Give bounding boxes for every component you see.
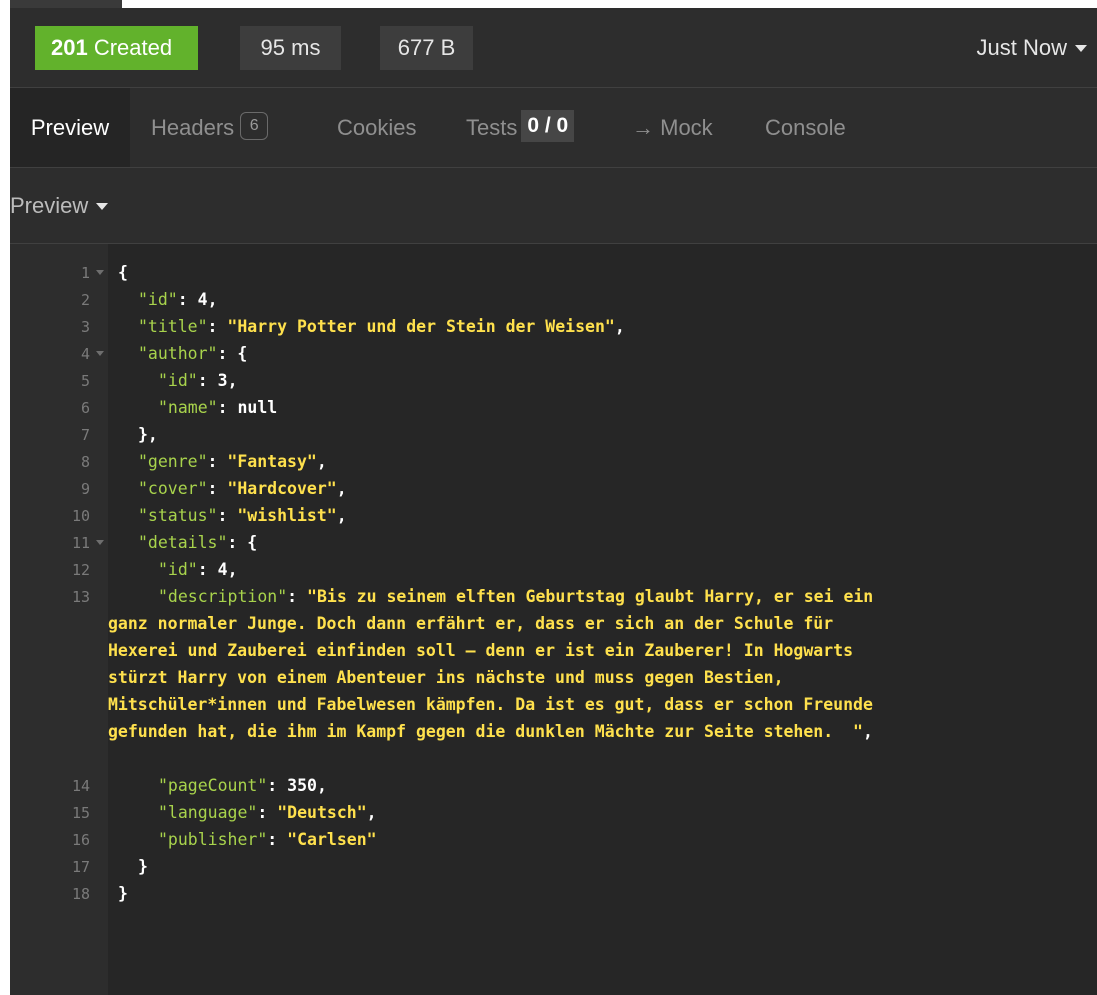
status-code: 201 bbox=[51, 35, 88, 60]
line-number: 4 bbox=[80, 345, 90, 363]
response-pane: 201 Created 95 ms 677 B Just Now Preview… bbox=[10, 0, 1097, 995]
line-number: 3 bbox=[80, 318, 90, 336]
code-line: "status": "wishlist", bbox=[138, 506, 347, 525]
line-number: 10 bbox=[71, 507, 90, 525]
code-line-wrap: stürzt Harry von einem Abenteuer ins näc… bbox=[108, 668, 784, 687]
line-number: 11 bbox=[71, 534, 90, 552]
line-number: 12 bbox=[71, 561, 90, 579]
response-size-badge: 677 B bbox=[380, 26, 473, 70]
caret-down-icon bbox=[96, 202, 109, 210]
line-number: 13 bbox=[71, 588, 90, 606]
line-number: 18 bbox=[71, 885, 90, 903]
code-line: }, bbox=[138, 425, 158, 444]
line-number: 6 bbox=[80, 399, 90, 417]
json-viewer[interactable]: 1 2 3 4 5 6 7 8 9 10 11 12 13 14 15 16 1… bbox=[10, 244, 1097, 995]
code-line: } bbox=[118, 884, 128, 903]
line-number: 17 bbox=[71, 858, 90, 876]
tab-tests-label: Tests bbox=[466, 115, 518, 140]
code-line-wrap: Hexerei und Zauberei einfinden soll – de… bbox=[108, 641, 854, 660]
line-number-gutter: 1 2 3 4 5 6 7 8 9 10 11 12 13 14 15 16 1… bbox=[10, 244, 108, 995]
line-number: 1 bbox=[80, 264, 90, 282]
fold-arrow-icon[interactable] bbox=[96, 540, 104, 545]
tests-count-badge: 0 / 0 bbox=[521, 110, 575, 143]
history-label: Just Now bbox=[976, 35, 1067, 60]
code-line: "publisher": "Carlsen" bbox=[158, 830, 377, 849]
tab-headers-label: Headers bbox=[151, 115, 235, 140]
code-line: "author": { bbox=[138, 344, 248, 363]
line-number: 15 bbox=[71, 804, 90, 822]
code-line: "description": "Bis zu seinem elften Geb… bbox=[158, 587, 874, 606]
code-line: "id": 3, bbox=[158, 371, 238, 390]
fold-arrow-icon[interactable] bbox=[96, 351, 104, 356]
code-line: } bbox=[138, 857, 148, 876]
tab-tests[interactable]: Tests 0 / 0 bbox=[466, 88, 575, 167]
caret-down-icon bbox=[1075, 44, 1087, 52]
code-line-wrap: gefunden hat, die ihm im Kampf gegen die… bbox=[108, 722, 873, 741]
line-number: 14 bbox=[71, 777, 90, 795]
top-divider bbox=[10, 0, 122, 8]
history-dropdown[interactable]: Just Now bbox=[977, 26, 1087, 70]
code-line-wrap: ganz normaler Junge. Doch dann erfährt e… bbox=[108, 614, 834, 633]
response-time-badge: 95 ms bbox=[240, 26, 341, 70]
code-line: "title": "Harry Potter und der Stein der… bbox=[138, 317, 625, 336]
code-line: "pageCount": 350, bbox=[158, 776, 327, 795]
preview-mode-bar: Preview bbox=[10, 168, 1097, 244]
code-line: "details": { bbox=[138, 533, 258, 552]
response-tabs: Preview Headers 6 Cookies Tests 0 / 0 → Mo… bbox=[10, 88, 1097, 168]
headers-count-badge: 6 bbox=[240, 112, 269, 141]
code-line: "genre": "Fantasy", bbox=[138, 452, 327, 471]
tab-preview[interactable]: Preview bbox=[10, 88, 130, 167]
code-line: "id": 4, bbox=[158, 560, 238, 579]
code-line: "cover": "Hardcover", bbox=[138, 479, 347, 498]
line-number: 2 bbox=[80, 291, 90, 309]
json-code: { "id": 4, "title": "Harry Potter und de… bbox=[108, 244, 1097, 995]
line-number: 5 bbox=[80, 372, 90, 390]
line-number: 9 bbox=[80, 480, 90, 498]
status-text: Created bbox=[93, 35, 173, 60]
fold-arrow-icon[interactable] bbox=[96, 270, 104, 275]
code-line: { bbox=[118, 263, 128, 282]
tab-mock[interactable]: → Mock bbox=[632, 88, 713, 167]
line-number: 7 bbox=[80, 426, 90, 444]
preview-mode-dropdown[interactable]: Preview bbox=[10, 186, 109, 226]
code-line: "id": 4, bbox=[138, 290, 218, 309]
status-code-badge: 201 Created bbox=[35, 26, 198, 70]
line-number: 8 bbox=[80, 453, 90, 471]
tab-headers[interactable]: Headers 6 bbox=[151, 88, 269, 167]
line-number: 16 bbox=[71, 831, 90, 849]
tab-cookies[interactable]: Cookies bbox=[337, 88, 416, 167]
preview-mode-label: Preview bbox=[10, 193, 89, 218]
code-line-wrap: Mitschüler*innen und Fabelwesen kämpfen.… bbox=[108, 695, 873, 714]
code-line: "name": null bbox=[158, 398, 278, 417]
tab-console[interactable]: Console bbox=[765, 88, 846, 167]
code-line: "language": "Deutsch", bbox=[158, 803, 377, 822]
response-status-bar: 201 Created 95 ms 677 B Just Now bbox=[10, 8, 1097, 88]
